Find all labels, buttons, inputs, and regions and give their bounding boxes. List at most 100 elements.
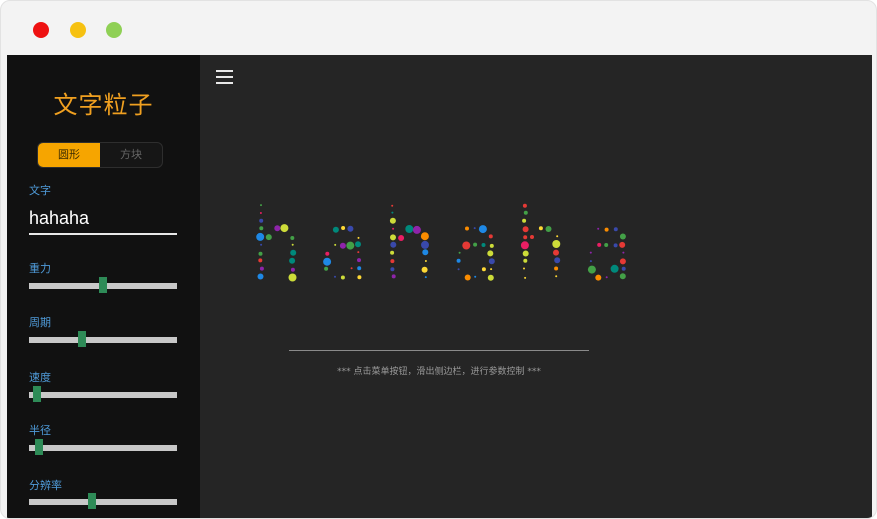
particle-dot bbox=[350, 267, 353, 270]
app-window: 文字粒子 圆形 方块 文字 重力 周期 速度 半径 bbox=[0, 0, 877, 519]
particle-dot bbox=[478, 225, 487, 234]
particle-dot bbox=[474, 275, 477, 278]
particle-dot bbox=[522, 250, 529, 257]
particle-dot bbox=[290, 236, 295, 240]
particle-dot bbox=[420, 232, 429, 241]
particle-dot bbox=[619, 233, 626, 240]
slider-thumb[interactable] bbox=[34, 439, 43, 455]
particle-dot bbox=[488, 258, 495, 265]
particle-dot bbox=[390, 267, 395, 272]
particle-dot bbox=[604, 243, 609, 247]
particle-dot bbox=[589, 251, 592, 254]
particle-dot bbox=[291, 243, 294, 246]
particle-dot bbox=[340, 275, 345, 280]
minimize-window-button[interactable] bbox=[70, 22, 86, 38]
shape-option-square[interactable]: 方块 bbox=[100, 143, 162, 167]
resolution-slider[interactable] bbox=[29, 493, 177, 511]
particle-dot bbox=[613, 227, 618, 232]
maximize-window-button[interactable] bbox=[106, 22, 122, 38]
particle-dot bbox=[457, 268, 460, 271]
particle-dot bbox=[357, 258, 361, 263]
particle-dot bbox=[473, 227, 476, 230]
particle-dot bbox=[520, 241, 529, 250]
slider-track bbox=[29, 499, 177, 505]
sidebar: 文字粒子 圆形 方块 文字 重力 周期 速度 半径 bbox=[7, 55, 200, 518]
particle-dot bbox=[258, 258, 263, 263]
shape-toggle: 圆形 方块 bbox=[37, 142, 163, 168]
title-bar bbox=[1, 1, 876, 55]
particle-dot bbox=[490, 268, 493, 271]
particle-dot bbox=[597, 227, 600, 230]
particle-dot bbox=[552, 240, 561, 248]
particle-dot bbox=[334, 275, 336, 278]
particle-dot bbox=[357, 275, 362, 280]
particle-dot bbox=[391, 274, 396, 279]
particle-dot bbox=[421, 240, 429, 249]
particle-text-canvas[interactable] bbox=[200, 55, 872, 519]
particle-dot bbox=[587, 265, 596, 274]
particle-dot bbox=[597, 242, 602, 247]
particle-dot bbox=[412, 225, 421, 234]
text-input[interactable] bbox=[29, 203, 177, 235]
particle-dot bbox=[619, 273, 626, 280]
particle-dot bbox=[481, 243, 486, 247]
particle-dot bbox=[488, 234, 493, 239]
particle-dot bbox=[290, 267, 295, 272]
particle-dot bbox=[332, 226, 339, 233]
particle-dot bbox=[357, 236, 360, 239]
close-window-button[interactable] bbox=[33, 22, 49, 38]
particle-dot bbox=[259, 218, 264, 223]
particle-dot bbox=[347, 225, 354, 232]
particle-dot bbox=[464, 274, 471, 281]
particle-dot bbox=[545, 226, 552, 232]
shape-option-circle[interactable]: 圆形 bbox=[38, 143, 100, 167]
speed-slider[interactable] bbox=[29, 386, 177, 404]
particle-dot bbox=[522, 226, 529, 233]
particle-dot bbox=[621, 266, 626, 271]
particle-dot bbox=[424, 276, 427, 279]
particle-dot bbox=[556, 235, 559, 238]
particle-dot bbox=[274, 225, 281, 232]
particle-dot bbox=[258, 251, 263, 256]
particle-dot bbox=[473, 242, 478, 247]
particle-dot bbox=[553, 249, 559, 256]
slider-thumb[interactable] bbox=[87, 493, 96, 509]
particle-dot bbox=[256, 232, 265, 241]
slider-thumb[interactable] bbox=[99, 277, 107, 293]
particle-dot bbox=[392, 227, 395, 230]
particle-dot bbox=[325, 251, 330, 256]
particle-dot bbox=[259, 266, 264, 271]
particle-dot bbox=[489, 243, 494, 248]
particle-dot bbox=[422, 249, 429, 256]
slider-thumb[interactable] bbox=[78, 331, 86, 347]
particle-dot bbox=[481, 267, 486, 272]
particle-dot bbox=[398, 235, 405, 241]
particle-dot bbox=[390, 259, 395, 264]
particle-dot bbox=[555, 275, 558, 278]
particle-dot bbox=[523, 267, 525, 270]
gravity-slider[interactable] bbox=[29, 277, 177, 295]
particle-dot bbox=[613, 243, 618, 248]
particle-dot bbox=[465, 226, 469, 231]
particle-dot bbox=[604, 227, 609, 232]
particle-dot bbox=[355, 241, 361, 248]
period-slider[interactable] bbox=[29, 331, 177, 349]
particle-dot bbox=[619, 258, 626, 265]
particle-dot bbox=[288, 273, 297, 282]
particle-dot bbox=[289, 257, 296, 264]
main-canvas-area: *** 点击菜单按钮，滑出侧边栏，进行参数控制 *** bbox=[200, 55, 872, 519]
particle-dot bbox=[523, 258, 528, 263]
slider-thumb[interactable] bbox=[33, 386, 42, 402]
period-label: 周期 bbox=[29, 316, 51, 329]
radius-slider[interactable] bbox=[29, 439, 177, 457]
particle-dot bbox=[357, 251, 360, 254]
particle-dot bbox=[265, 234, 272, 241]
particle-dot bbox=[280, 224, 289, 233]
particle-dot bbox=[487, 250, 494, 257]
hamburger-menu-icon[interactable] bbox=[216, 70, 233, 84]
particle-dot bbox=[405, 225, 414, 233]
slider-track bbox=[29, 445, 177, 451]
particle-dot bbox=[554, 266, 559, 271]
particle-dot bbox=[259, 226, 264, 231]
particle-dot bbox=[346, 241, 355, 250]
